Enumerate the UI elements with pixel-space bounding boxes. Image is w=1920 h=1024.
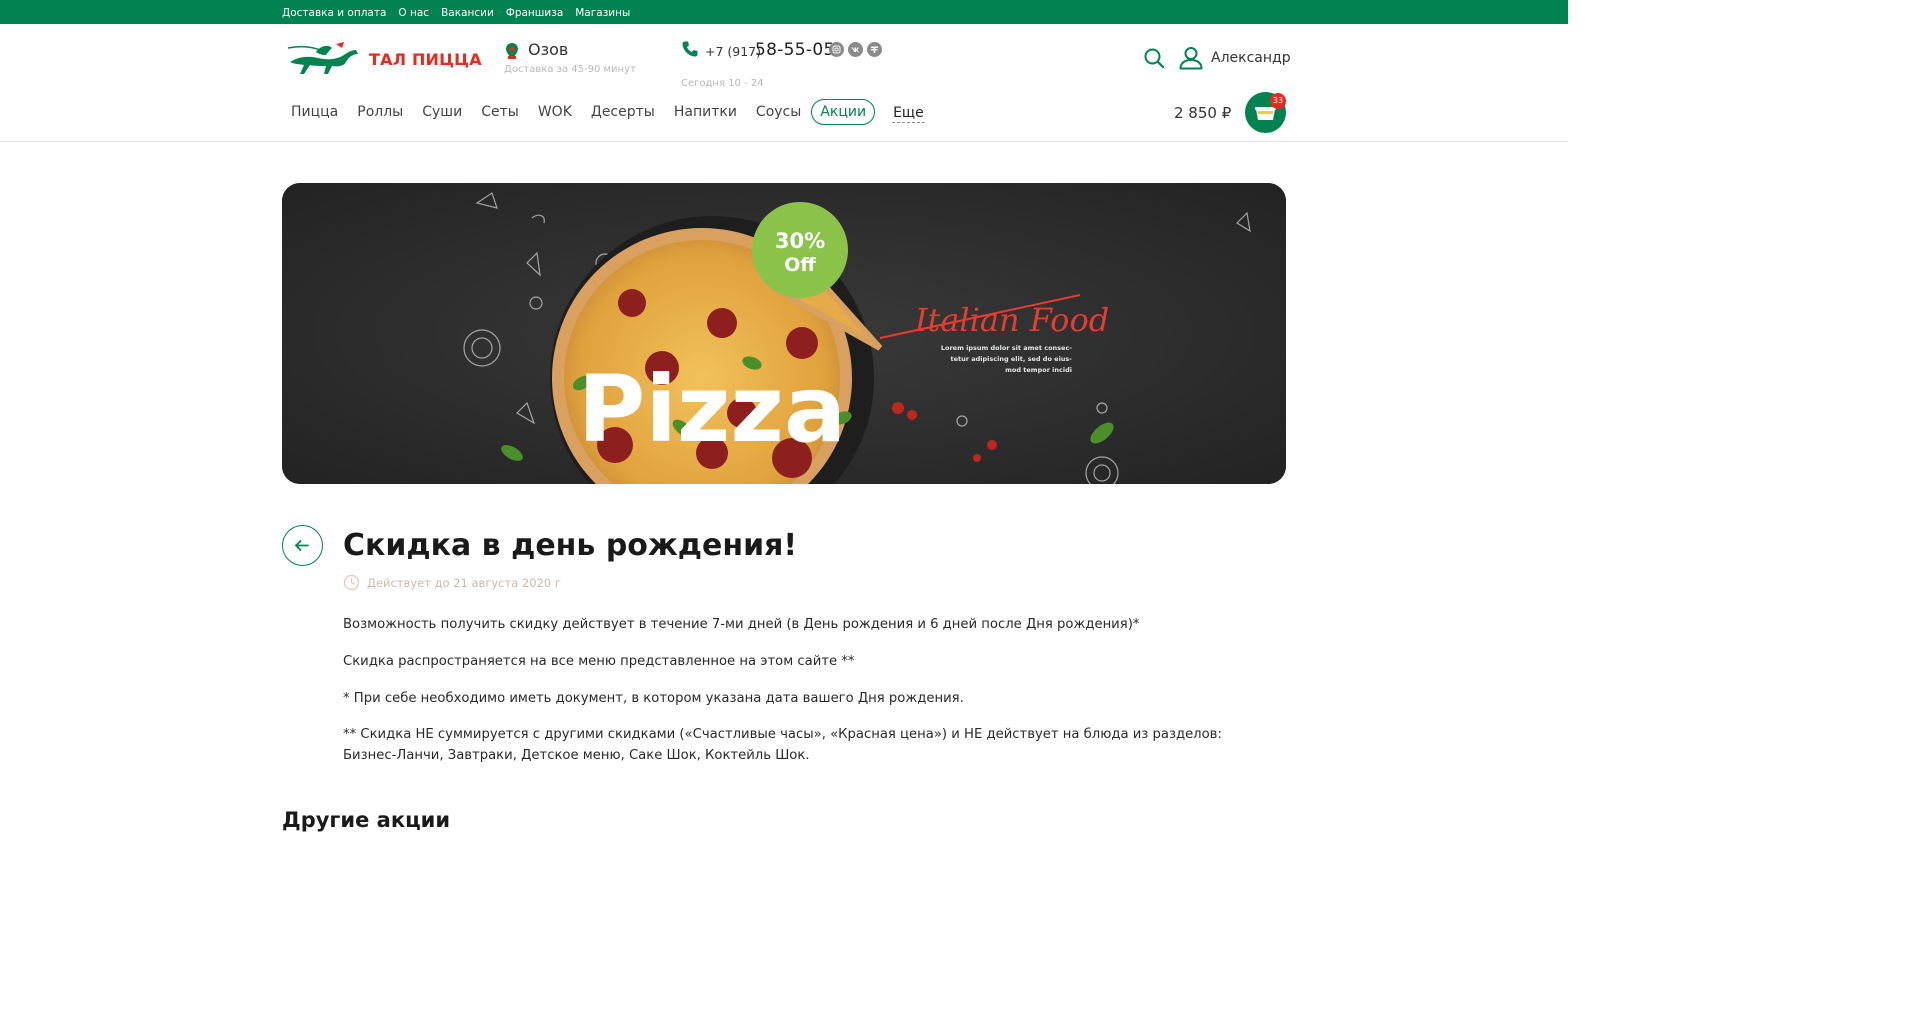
promo-banner: 30% Off Italian Food Lorem ipsum dolor s… — [282, 183, 1286, 484]
nav-item-wok[interactable]: WOK — [529, 99, 581, 125]
nav-item-promos[interactable]: Акции — [811, 99, 876, 125]
phone-number[interactable]: 58-55-05 — [755, 40, 835, 60]
promo-paragraph-3: * При себе необходимо иметь документ, в … — [343, 691, 964, 706]
horse-rider-logo-icon — [287, 42, 358, 74]
nav-item-rolls[interactable]: Роллы — [348, 99, 412, 125]
other-promos-heading: Другие акции — [282, 808, 451, 832]
nav-item-sauces[interactable]: Соусы — [747, 99, 810, 125]
clock-icon — [343, 574, 360, 591]
pizza-banner-image: 30% Off Italian Food Lorem ipsum dolor s… — [282, 183, 1286, 484]
nav-item-pizza[interactable]: Пицца — [282, 99, 347, 125]
phone-block: +7 (917) 58-55-05 Сегодня 10 - 24 — [681, 40, 901, 89]
top-bar: Доставка и оплата О нас Вакансии Франшиз… — [0, 0, 1568, 24]
nav-more-dropdown[interactable]: Еще — [892, 102, 925, 123]
banner-script-text: Italian Food — [914, 301, 1109, 339]
search-icon[interactable] — [1143, 47, 1165, 69]
vk-icon[interactable] — [848, 42, 863, 57]
cart-total[interactable]: 2 850 ₽ — [1174, 104, 1231, 122]
arrow-left-icon — [294, 539, 309, 551]
promo-paragraph-1: Возможность получить скидку действует в … — [343, 617, 1140, 632]
promo-validity: Действует до 21 августа 2020 г — [343, 574, 603, 592]
banner-big-word: Pizza — [578, 356, 846, 463]
user-icon — [1179, 47, 1203, 70]
user-account[interactable]: Александр — [1178, 46, 1291, 70]
city-name: Озов — [528, 40, 569, 59]
site-header: ТАЛ ПИЦЦА Озов Доставка за 45-90 минут +… — [0, 24, 1568, 142]
banner-lorem-2: tetur adipiscing elit, sed do eius- — [951, 355, 1073, 363]
location-pin-icon — [506, 43, 518, 59]
promo-paragraph-4: ** Скидка НЕ суммируется с другими скидк… — [343, 727, 1222, 763]
instagram-icon[interactable] — [829, 42, 844, 57]
working-hours: Сегодня 10 - 24 — [681, 78, 764, 89]
page-title: Скидка в день рождения! — [343, 528, 798, 563]
promo-paragraph-2: Скидка распространяется на все меню пред… — [343, 654, 855, 669]
user-name: Александр — [1211, 50, 1291, 66]
top-link-franchise[interactable]: Франшиза — [506, 6, 563, 20]
nav-item-drinks[interactable]: Напитки — [665, 99, 746, 125]
discount-badge-off: Off — [784, 254, 816, 276]
phone-prefix[interactable]: +7 (917) — [705, 44, 761, 59]
banner-lorem-1: Lorem ipsum dolor sit amet consec- — [941, 344, 1072, 352]
cart-count-badge: 33 — [1270, 93, 1286, 109]
delivery-time: Доставка за 45-90 минут — [504, 64, 636, 75]
top-link-stores[interactable]: Магазины — [575, 6, 630, 20]
facebook-icon[interactable] — [867, 42, 882, 57]
nav-item-sets[interactable]: Сеты — [472, 99, 528, 125]
main-nav: Пицца Роллы Суши Сеты WOK Десерты Напитк… — [282, 98, 926, 126]
nav-item-desserts[interactable]: Десерты — [582, 99, 664, 125]
phone-icon — [682, 41, 698, 57]
top-link-delivery[interactable]: Доставка и оплата — [282, 6, 386, 20]
banner-lorem-3: mod tempor incidi — [1005, 366, 1072, 374]
nav-item-sushi[interactable]: Суши — [413, 99, 471, 125]
top-links: Доставка и оплата О нас Вакансии Франшиз… — [282, 6, 630, 20]
top-link-vacancies[interactable]: Вакансии — [441, 6, 494, 20]
discount-badge-percent: 30% — [775, 229, 825, 253]
top-link-about[interactable]: О нас — [398, 6, 429, 20]
valid-until-text: Действует до 21 августа 2020 г — [367, 576, 561, 590]
site-logo[interactable]: ТАЛ ПИЦЦА — [286, 40, 482, 78]
back-button[interactable] — [282, 525, 323, 566]
logo-text: ТАЛ ПИЦЦА — [369, 50, 482, 69]
